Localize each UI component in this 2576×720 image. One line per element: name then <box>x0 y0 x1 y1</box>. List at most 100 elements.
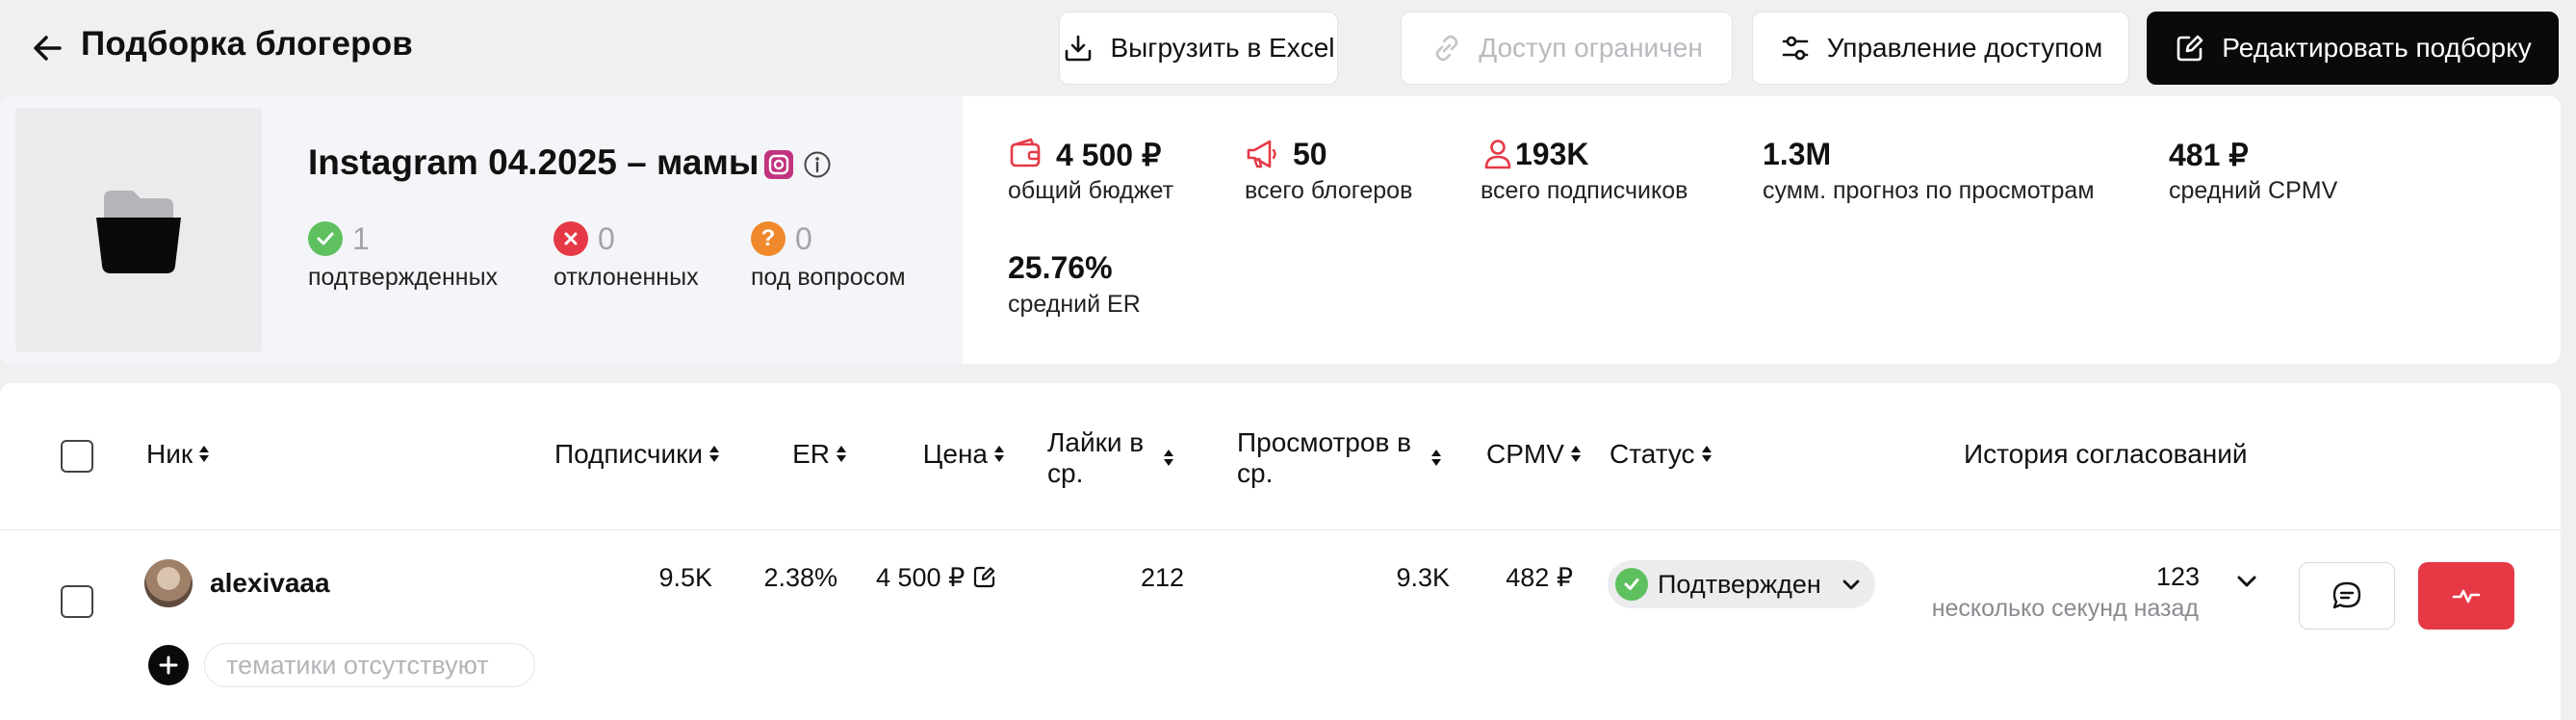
confirmed-count-value: 1 <box>352 221 370 256</box>
collection-cover <box>15 108 262 352</box>
select-all-checkbox[interactable] <box>61 440 93 473</box>
confirmed-count-label: подтвержденных <box>308 264 499 291</box>
column-er[interactable]: ER <box>751 439 847 470</box>
chevron-down-icon <box>1842 579 1860 590</box>
question-icon: ? <box>751 221 786 256</box>
info-icon[interactable] <box>803 150 832 179</box>
sliders-icon <box>1782 36 1809 61</box>
plus-icon <box>159 656 178 675</box>
topics-empty: тематики отсутствуют <box>204 643 535 687</box>
column-nick-label: Ник <box>146 439 193 469</box>
edit-collection-button[interactable]: Редактировать подборку <box>2147 12 2559 85</box>
rejected-count-value: 0 <box>598 221 615 256</box>
add-topic-button[interactable] <box>148 645 189 685</box>
chat-icon <box>2332 581 2361 609</box>
metric-bloggers-value: 50 <box>1293 137 1327 171</box>
row-checkbox[interactable] <box>61 585 93 618</box>
metric-views-forecast-label: сумм. прогноз по просмотрам <box>1763 177 2095 204</box>
metric-budget-label: общий бюджет <box>1008 177 1174 204</box>
history-count: 123 <box>2155 562 2200 591</box>
manage-access-button[interactable]: Управление доступом <box>1752 12 2129 85</box>
column-status[interactable]: Статус <box>1610 439 1713 470</box>
column-subscribers-label: Подписчики <box>554 439 703 469</box>
instagram-icon <box>764 150 793 179</box>
check-icon <box>308 221 343 256</box>
sort-icon <box>198 444 210 465</box>
metric-er-label: средний ER <box>1008 291 1141 318</box>
link-icon <box>1435 35 1458 62</box>
column-status-label: Статус <box>1610 439 1695 469</box>
sort-icon <box>1701 444 1713 465</box>
column-views-label: Просмотров в ср. <box>1237 427 1411 489</box>
sort-icon <box>1570 444 1582 465</box>
export-excel-label: Выгрузить в Excel <box>1110 33 1335 63</box>
column-price-label: Цена <box>922 439 988 469</box>
pulse-icon <box>2452 589 2481 604</box>
wallet-icon <box>1010 138 1041 167</box>
column-views[interactable]: Просмотров в ср. <box>1237 427 1442 489</box>
status-label: Подтвержден <box>1658 569 1821 599</box>
header-divider <box>0 529 2561 530</box>
sort-icon <box>708 444 720 465</box>
page-title: Подборка блогеров <box>81 25 413 63</box>
cell-subscribers: 9.5K <box>658 563 712 592</box>
megaphone-icon <box>1247 140 1276 168</box>
chevron-down-icon[interactable] <box>2233 568 2260 595</box>
activity-button[interactable] <box>2418 562 2514 630</box>
metric-subscribers-label: всего подписчиков <box>1481 177 1688 204</box>
metric-er-value: 25.76% <box>1008 250 1113 285</box>
column-history-label: История согласований <box>1964 439 2248 469</box>
back-arrow-icon[interactable] <box>29 29 67 67</box>
questioned-count-value: 0 <box>795 221 812 256</box>
cell-cpmv: 482 ₽ <box>1506 563 1573 592</box>
column-price[interactable]: Цена <box>886 439 1005 470</box>
avatar[interactable] <box>144 559 193 607</box>
cross-icon <box>554 221 588 256</box>
bloggers-table: Ник Подписчики ER Цена Лайки в ср. Просм… <box>0 383 2561 720</box>
collection-info: Instagram 04.2025 – мамы 1 подтвержденны… <box>0 96 963 364</box>
column-likes[interactable]: Лайки в ср. <box>1047 427 1174 489</box>
rejected-count-label: отклоненных <box>554 264 699 291</box>
status-dropdown[interactable]: Подтвержден <box>1608 560 1875 608</box>
questioned-count-label: под вопросом <box>751 264 906 291</box>
column-likes-label-line1: Лайки в <box>1047 427 1145 457</box>
access-limited-button[interactable]: Доступ ограничен <box>1401 12 1733 85</box>
cell-er: 2.38% <box>763 563 837 592</box>
column-nick[interactable]: Ник <box>146 439 210 470</box>
cell-price: 4 500 ₽ <box>876 563 997 593</box>
history-time: несколько секунд назад <box>1931 595 2199 622</box>
metric-cpmv-label: средний CPMV <box>2169 177 2338 204</box>
edit-icon <box>2177 35 2203 62</box>
sort-icon <box>1163 448 1174 469</box>
column-views-label-line2: ср. <box>1237 458 1274 488</box>
cell-price-value: 4 500 ₽ <box>876 563 966 592</box>
sort-icon <box>836 444 847 465</box>
top-bar: Подборка блогеров Выгрузить в Excel Дост… <box>0 0 2576 94</box>
user-icon <box>1484 140 1511 169</box>
metric-bloggers-label: всего блогеров <box>1245 177 1413 204</box>
column-history: История согласований <box>1964 439 2248 470</box>
column-cpmv-label: CPMV <box>1486 439 1564 469</box>
metric-views-forecast-value: 1.3M <box>1763 137 1832 171</box>
check-icon <box>1615 568 1648 601</box>
metric-cpmv-value: 481 ₽ <box>2169 138 2249 172</box>
column-cpmv[interactable]: CPMV <box>1486 439 1582 470</box>
download-icon <box>1066 35 1092 62</box>
access-limited-label: Доступ ограничен <box>1479 33 1703 63</box>
column-er-label: ER <box>792 439 830 469</box>
cell-likes: 212 <box>1140 563 1184 592</box>
folder-icon <box>96 191 181 273</box>
export-excel-button[interactable]: Выгрузить в Excel <box>1059 12 1338 85</box>
collection-summary: Instagram 04.2025 – мамы 1 подтвержденны… <box>0 96 2561 364</box>
metric-budget-value: 4 500 ₽ <box>1056 138 1162 172</box>
edit-price-icon[interactable] <box>972 564 997 589</box>
manage-access-label: Управление доступом <box>1826 33 2103 63</box>
blogger-nick[interactable]: alexivaaa <box>210 568 330 599</box>
column-views-label-line1: Просмотров в <box>1237 427 1411 457</box>
cell-views: 9.3K <box>1396 563 1450 592</box>
column-subscribers[interactable]: Подписчики <box>520 439 720 470</box>
sort-icon <box>993 444 1005 465</box>
edit-collection-label: Редактировать подборку <box>2222 33 2532 63</box>
comment-button[interactable] <box>2299 562 2395 630</box>
column-likes-label: Лайки в ср. <box>1047 427 1144 489</box>
